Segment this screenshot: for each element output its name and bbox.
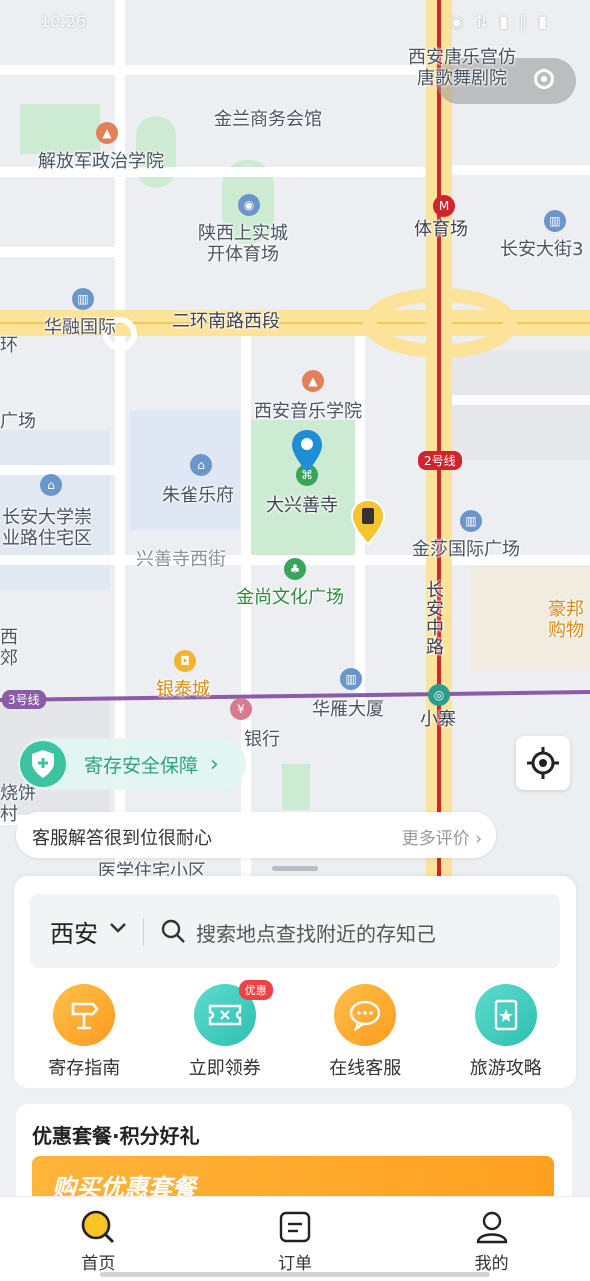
review-text: 客服解答很到位很耐心: [32, 828, 212, 849]
order-icon: [279, 1211, 311, 1243]
quick-action-label: 在线客服: [329, 1058, 402, 1079]
close-target-icon[interactable]: [534, 69, 554, 89]
discount-badge: 优惠: [238, 980, 273, 1000]
map-label-daxingshan: 大兴善寺: [266, 495, 338, 516]
shield-icon: [20, 741, 66, 787]
tab-bar: 首页 订单 我的: [0, 1196, 590, 1281]
building-icon: ▥: [340, 668, 362, 690]
promo-heading: 优惠套餐·积分好礼: [32, 1124, 200, 1148]
promo-section: 优惠套餐·积分好礼 购买优惠套餐: [16, 1104, 572, 1216]
map-label-erhuan: 二环南路西段: [172, 311, 280, 332]
map-label-tiyuchang: 体育场: [414, 219, 468, 240]
storage-station-icon[interactable]: [350, 498, 386, 546]
home-icon: ⌂: [40, 474, 62, 496]
quick-action-support[interactable]: 在线客服: [305, 984, 425, 1088]
guidebook-icon: [474, 984, 537, 1046]
map-label-jinshang: 金尚文化广场: [236, 587, 344, 608]
quick-action-label: 旅游攻略: [469, 1058, 542, 1079]
more-reviews-link[interactable]: 更多评价 ›: [402, 824, 482, 849]
chat-icon: [334, 984, 397, 1046]
map-label-xijiao: 西 郊: [0, 627, 18, 669]
building-icon: ▥: [460, 510, 482, 532]
status-time: 10:26: [40, 12, 87, 31]
metro-line-3-badge: 3号线: [2, 690, 46, 709]
map-label-haobang: 豪邦 购物: [548, 599, 584, 641]
safety-banner-label: 寄存安全保障: [84, 754, 199, 777]
stadium-icon: ◉: [238, 194, 260, 216]
status-bar: 10:26 ◉ ⇅ ▮ ‖ ▮: [0, 0, 590, 44]
map-label-tanglegong: 西安唐乐宫仿 唐歌舞剧院: [408, 47, 516, 89]
map-label-huan: 环: [0, 335, 18, 356]
map-label-zhuque: 朱雀乐府: [162, 485, 234, 506]
quick-action-guide[interactable]: 寄存指南: [24, 984, 144, 1088]
building-icon: ▥: [544, 210, 566, 232]
chevron-down-icon[interactable]: [108, 912, 128, 947]
crosshair-icon: [527, 747, 559, 779]
metro-icon: M: [433, 195, 455, 217]
quick-action-coupon[interactable]: 优惠 立即领券: [165, 980, 285, 1088]
metro-line-2-badge: 2号线: [418, 451, 462, 470]
search-divider: [143, 918, 144, 946]
location-pin-icon[interactable]: [290, 428, 324, 474]
map-label-jinlan: 金兰商务会馆: [214, 109, 322, 130]
search-bar[interactable]: 西安 搜索地点查找附近的存知己: [30, 894, 560, 968]
map-label-jinsha: 金莎国际广场: [412, 539, 520, 560]
shopping-icon: ◘: [174, 650, 196, 672]
quick-action-travel-guide[interactable]: 旅游攻略: [446, 984, 566, 1088]
map-label-jiefangjun: 解放军政治学院: [38, 151, 164, 172]
map-label-xingshansi-street: 兴善寺西街: [136, 549, 226, 570]
map-label-conservatory: 西安音乐学院: [254, 401, 362, 422]
tab-home[interactable]: 首页: [0, 1197, 197, 1281]
bank-icon: ¥: [230, 698, 252, 720]
tab-label: 首页: [81, 1254, 116, 1274]
school-icon: ▲: [302, 370, 324, 392]
metro-icon: ◎: [428, 684, 450, 706]
storage-safety-banner[interactable]: 寄存安全保障 ›: [18, 738, 246, 790]
search-icon: [160, 918, 186, 948]
sheet-drag-handle[interactable]: [272, 866, 318, 871]
map-label-changan-middle: 长 安 中 路: [426, 580, 444, 658]
map-label-huarong: 华融国际: [44, 317, 116, 338]
signpost-icon: [53, 984, 116, 1046]
search-input[interactable]: 搜索地点查找附近的存知己: [196, 918, 436, 947]
quick-actions: 寄存指南 优惠 立即领券 在线客服 旅游攻略: [14, 980, 576, 1088]
map-label-bank: 银行: [244, 729, 280, 750]
building-icon: ▥: [72, 288, 94, 310]
tab-label: 我的: [474, 1254, 509, 1274]
tab-orders[interactable]: 订单: [197, 1197, 394, 1281]
map-view[interactable]: 10:26 ◉ ⇅ ▮ ‖ ▮ ▲ ◉ ▥ ▥ ▲ ⌂ ⌂ ▥ ♣ ◘ ▥ ¥ …: [0, 0, 590, 1000]
status-icons: ◉ ⇅ ▮ ‖ ▮: [449, 12, 550, 31]
home-indicator: [100, 1272, 490, 1277]
locate-me-button[interactable]: [516, 736, 570, 790]
map-label-shaanxi-stadium: 陕西上实城 开体育场: [198, 223, 288, 265]
map-label-changan-street: 长安大街3: [500, 239, 584, 260]
map-label-yintai: 银泰城: [156, 679, 210, 700]
quick-action-label: 立即领券: [188, 1058, 261, 1079]
home-search-icon: [82, 1210, 115, 1244]
map-label-xiaozhai: 小寨: [420, 709, 456, 730]
review-ticker[interactable]: 客服解答很到位很耐心 更多评价 ›: [16, 812, 496, 858]
tree-icon: ♣: [284, 558, 306, 580]
map-label-huayan: 华雁大厦: [312, 699, 384, 720]
city-selector[interactable]: 西安: [50, 914, 98, 949]
bottom-sheet: 西安 搜索地点查找附近的存知己 寄存指南 优惠 立即领券 在线客服 旅游攻略: [14, 876, 576, 1088]
tab-label: 订单: [278, 1254, 312, 1274]
chevron-right-icon: ›: [210, 751, 219, 777]
map-label-changan-univ: 长安大学崇 业路住宅区: [2, 507, 92, 549]
home-icon: ⌂: [190, 454, 212, 476]
profile-icon: [476, 1211, 507, 1244]
quick-action-label: 寄存指南: [48, 1058, 121, 1079]
school-icon: ▲: [96, 122, 118, 144]
tab-profile[interactable]: 我的: [393, 1197, 590, 1281]
map-label-guangchang: 广场: [0, 411, 36, 432]
